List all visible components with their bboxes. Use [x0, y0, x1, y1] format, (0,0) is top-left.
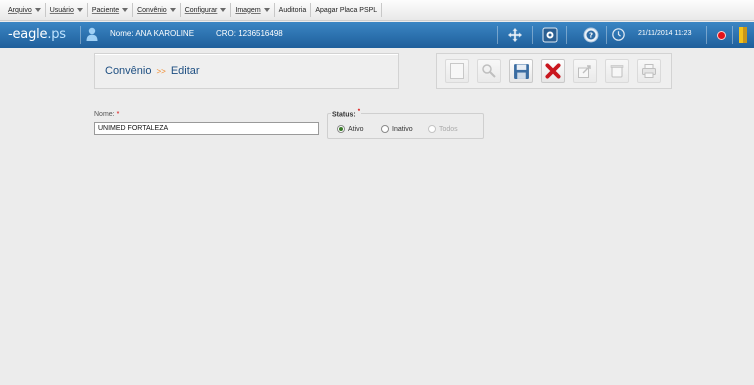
- radio-inativo-label: Inativo: [392, 125, 413, 133]
- menu-usuario[interactable]: Usuário: [46, 3, 88, 17]
- name-label-text: Nome:: [94, 111, 115, 118]
- menu-convenio-label: Convênio: [137, 6, 167, 14]
- chevron-down-icon: [34, 8, 41, 12]
- status-label-text: Status:: [332, 111, 356, 119]
- chevron-down-icon: [220, 8, 227, 12]
- chevron-down-icon: [76, 8, 83, 12]
- logo-main: eagle: [12, 27, 48, 42]
- breadcrumb-separator: >>: [156, 66, 166, 76]
- menu-configurar[interactable]: Configurar: [181, 3, 232, 17]
- status-indicator: [717, 31, 726, 40]
- exit-door-icon[interactable]: [738, 26, 750, 44]
- radio-ativo-label: Ativo: [348, 125, 364, 133]
- save-button[interactable]: [509, 59, 533, 83]
- search-button[interactable]: [477, 59, 501, 83]
- floppy-disk-icon: [513, 63, 529, 79]
- edit-button[interactable]: [573, 59, 597, 83]
- toolbar: [436, 53, 672, 89]
- radio-ativo[interactable]: Ativo: [337, 125, 364, 133]
- menu-imagem-label: Imagem: [235, 6, 261, 14]
- radio-unchecked-icon: [381, 125, 389, 133]
- help-icon[interactable]: ?: [583, 27, 599, 43]
- radio-inativo[interactable]: Inativo: [381, 125, 413, 133]
- menu-apagar-placa[interactable]: Apagar Placa PSPL: [311, 3, 383, 17]
- menu-usuario-label: Usuário: [49, 6, 74, 14]
- print-button[interactable]: [637, 59, 661, 83]
- svg-text:?: ?: [589, 32, 593, 40]
- menu-configurar-label: Configurar: [184, 6, 218, 14]
- menu-paciente-label: Paciente: [91, 6, 120, 14]
- divider: [80, 26, 81, 44]
- menu-bar: Arquivo Usuário Paciente Convênio Config…: [0, 0, 754, 21]
- menu-auditoria-label: Auditoria: [278, 6, 307, 14]
- radio-unchecked-icon: [428, 125, 436, 133]
- divider: [497, 26, 498, 44]
- trash-icon: [610, 65, 624, 78]
- breadcrumb: Convênio >> Editar: [94, 53, 399, 89]
- header-bar: -eagle.ps Nome: ANA KAROLINE CRO: 123651…: [0, 22, 754, 48]
- name-label: Nome: *: [94, 111, 119, 118]
- menu-imagem[interactable]: Imagem: [231, 3, 275, 17]
- new-button[interactable]: [445, 59, 469, 83]
- user-cro: CRO: 1236516498: [216, 29, 283, 38]
- menu-paciente[interactable]: Paciente: [88, 3, 134, 17]
- menu-auditoria[interactable]: Auditoria: [275, 3, 312, 17]
- logo-ext: .ps: [47, 27, 66, 42]
- radio-checked-icon: [337, 125, 345, 133]
- breadcrumb-section: Convênio: [105, 65, 152, 77]
- name-input[interactable]: UNIMED FORTALEZA: [94, 122, 319, 135]
- user-icon: [86, 27, 98, 41]
- chevron-down-icon: [169, 8, 176, 12]
- delete-button[interactable]: [605, 59, 629, 83]
- app-logo: -eagle.ps: [8, 27, 66, 42]
- required-marker: *: [357, 109, 361, 115]
- divider: [706, 26, 707, 44]
- cancel-button[interactable]: [541, 59, 565, 83]
- divider: [606, 26, 607, 44]
- radio-todos-label: Todos: [439, 125, 458, 133]
- printer-icon: [642, 64, 656, 78]
- chevron-down-icon: [122, 8, 129, 12]
- divider: [532, 26, 533, 44]
- menu-apagar-placa-label: Apagar Placa PSPL: [315, 6, 378, 14]
- edit-export-icon: [578, 65, 591, 78]
- clock-icon: [612, 28, 625, 41]
- required-marker: *: [116, 111, 120, 118]
- status-label: Status: *: [331, 109, 362, 119]
- red-x-icon: [545, 63, 561, 79]
- divider: [566, 26, 567, 44]
- menu-arquivo[interactable]: Arquivo: [4, 3, 46, 17]
- blank-page-icon: [450, 63, 464, 79]
- settings-icon[interactable]: [542, 27, 558, 43]
- magnifier-icon: [482, 64, 496, 78]
- breadcrumb-action: Editar: [170, 65, 200, 77]
- menu-arquivo-label: Arquivo: [8, 6, 32, 14]
- radio-todos[interactable]: Todos: [428, 125, 458, 133]
- move-arrows-icon[interactable]: [507, 27, 523, 43]
- divider: [732, 26, 733, 44]
- menu-convenio[interactable]: Convênio: [133, 3, 181, 17]
- datetime: 21/11/2014 11:23: [638, 30, 692, 37]
- chevron-down-icon: [263, 8, 270, 12]
- user-name: Nome: ANA KAROLINE: [110, 29, 195, 38]
